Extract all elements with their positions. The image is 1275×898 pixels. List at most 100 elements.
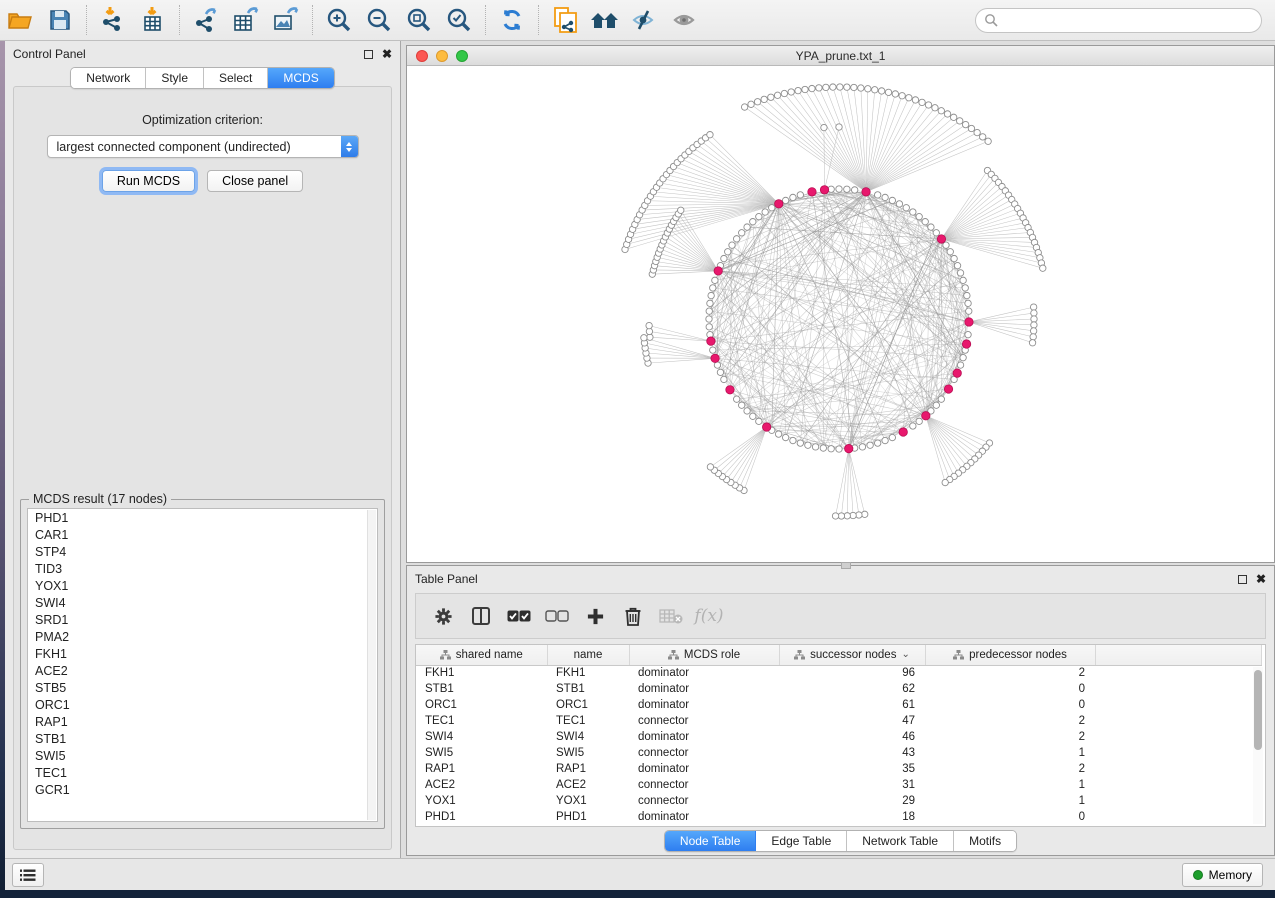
tab-style[interactable]: Style — [146, 68, 204, 88]
control-panel-close-button[interactable]: ✖ — [382, 50, 392, 59]
network-node[interactable] — [874, 440, 880, 446]
mcds-hub-node[interactable] — [711, 354, 719, 362]
zoom-in-button[interactable] — [319, 3, 359, 37]
table-cell[interactable]: 1 — [925, 793, 1095, 809]
leaf-node[interactable] — [816, 85, 822, 91]
table-cell[interactable]: dominator — [629, 681, 779, 697]
table-cell[interactable] — [1095, 745, 1261, 761]
leaf-node[interactable] — [830, 84, 836, 90]
leaf-node[interactable] — [878, 88, 884, 94]
table-cell[interactable]: 35 — [779, 761, 925, 777]
leaf-node[interactable] — [1029, 340, 1035, 346]
leaf-node[interactable] — [1031, 322, 1037, 328]
network-node[interactable] — [750, 413, 756, 419]
network-node[interactable] — [733, 236, 739, 242]
table-cell[interactable] — [1095, 729, 1261, 745]
mcds-result-item[interactable]: PHD1 — [28, 509, 377, 526]
table-cell[interactable]: SWI4 — [547, 729, 629, 745]
table-panel-splitter-handle[interactable] — [841, 562, 851, 569]
column-header-predecessor-nodes[interactable]: predecessor nodes — [925, 645, 1095, 665]
mcds-hub-node[interactable] — [862, 188, 870, 196]
table-cell[interactable]: FKH1 — [416, 665, 547, 681]
table-cell[interactable]: connector — [629, 777, 779, 793]
table-cell[interactable] — [1095, 697, 1261, 713]
leaf-node[interactable] — [851, 84, 857, 90]
mcds-hub-node[interactable] — [845, 444, 853, 452]
network-node[interactable] — [744, 408, 750, 414]
leaf-node[interactable] — [837, 84, 843, 90]
table-cell[interactable]: 29 — [779, 793, 925, 809]
table-cell[interactable]: 2 — [925, 761, 1095, 777]
deselect-all-checkboxes-button[interactable] — [542, 601, 572, 631]
network-node[interactable] — [867, 442, 873, 448]
table-panel-close-button[interactable]: ✖ — [1256, 575, 1266, 584]
network-node[interactable] — [928, 224, 934, 230]
table-cell[interactable]: 62 — [779, 681, 925, 697]
network-node[interactable] — [836, 446, 842, 452]
network-node[interactable] — [916, 418, 922, 424]
table-cell[interactable]: ACE2 — [416, 777, 547, 793]
import-network-button[interactable] — [93, 3, 133, 37]
network-node[interactable] — [965, 300, 971, 306]
import-table-button[interactable] — [133, 3, 173, 37]
table-cell[interactable]: dominator — [629, 761, 779, 777]
table-cell[interactable]: TEC1 — [547, 713, 629, 729]
mcds-hub-node[interactable] — [726, 386, 734, 394]
network-node[interactable] — [721, 376, 727, 382]
network-node[interactable] — [859, 444, 865, 450]
table-cell[interactable] — [1095, 777, 1261, 793]
table-scrollbar-track[interactable] — [1253, 667, 1263, 824]
network-node[interactable] — [874, 192, 880, 198]
mcds-hub-node[interactable] — [775, 200, 783, 208]
leaf-node[interactable] — [707, 131, 713, 137]
leaf-node[interactable] — [707, 464, 713, 470]
table-cell[interactable]: dominator — [629, 697, 779, 713]
network-node[interactable] — [964, 292, 970, 298]
control-panel-float-button[interactable] — [364, 50, 373, 59]
leaf-node[interactable] — [1040, 265, 1046, 271]
table-cell[interactable]: SWI4 — [416, 729, 547, 745]
table-cell[interactable]: connector — [629, 793, 779, 809]
network-node[interactable] — [922, 218, 928, 224]
table-cell[interactable]: 2 — [925, 713, 1095, 729]
network-node[interactable] — [738, 402, 744, 408]
leaf-node[interactable] — [646, 322, 652, 328]
column-header-MCDS-role[interactable]: MCDS role — [629, 645, 779, 665]
leaf-node[interactable] — [974, 129, 980, 135]
network-node[interactable] — [769, 205, 775, 211]
table-cell[interactable]: YOX1 — [416, 793, 547, 809]
table-row[interactable]: FKH1FKH1dominator962 — [416, 665, 1261, 681]
table-row[interactable]: YOX1YOX1connector291 — [416, 793, 1261, 809]
table-cell[interactable]: STB1 — [416, 681, 547, 697]
leaf-node[interactable] — [962, 121, 968, 127]
leaf-node[interactable] — [678, 207, 684, 213]
network-node[interactable] — [951, 255, 957, 261]
leaf-node[interactable] — [781, 90, 787, 96]
table-cell[interactable]: SWI5 — [547, 745, 629, 761]
table-cell[interactable]: 1 — [925, 745, 1095, 761]
leaf-node[interactable] — [844, 84, 850, 90]
network-node[interactable] — [790, 437, 796, 443]
table-tab-edge-table[interactable]: Edge Table — [756, 831, 847, 851]
search-field[interactable] — [975, 8, 1262, 33]
leaf-node[interactable] — [821, 124, 827, 130]
table-cell[interactable]: 96 — [779, 665, 925, 681]
close-panel-button[interactable]: Close panel — [207, 170, 303, 192]
mcds-list-scrollbar[interactable] — [367, 510, 376, 820]
leaf-node[interactable] — [885, 89, 891, 95]
network-node[interactable] — [710, 347, 716, 353]
mcds-result-item[interactable]: SWI4 — [28, 594, 377, 611]
table-cell[interactable]: 61 — [779, 697, 925, 713]
table-row[interactable]: RAP1RAP1dominator352 — [416, 761, 1261, 777]
network-node[interactable] — [756, 418, 762, 424]
network-node[interactable] — [851, 187, 857, 193]
mcds-result-list[interactable]: PHD1CAR1STP4TID3YOX1SWI4SRD1PMA2FKH1ACE2… — [27, 508, 378, 822]
criterion-dropdown[interactable]: largest connected component (undirected) — [47, 135, 359, 158]
new-network-from-selection-button[interactable] — [545, 3, 585, 37]
leaf-node[interactable] — [788, 89, 794, 95]
leaf-node[interactable] — [1030, 328, 1036, 334]
table-cell[interactable]: PHD1 — [416, 809, 547, 825]
add-row-button[interactable] — [580, 601, 610, 631]
table-settings-button[interactable] — [428, 601, 458, 631]
leaf-node[interactable] — [774, 92, 780, 98]
